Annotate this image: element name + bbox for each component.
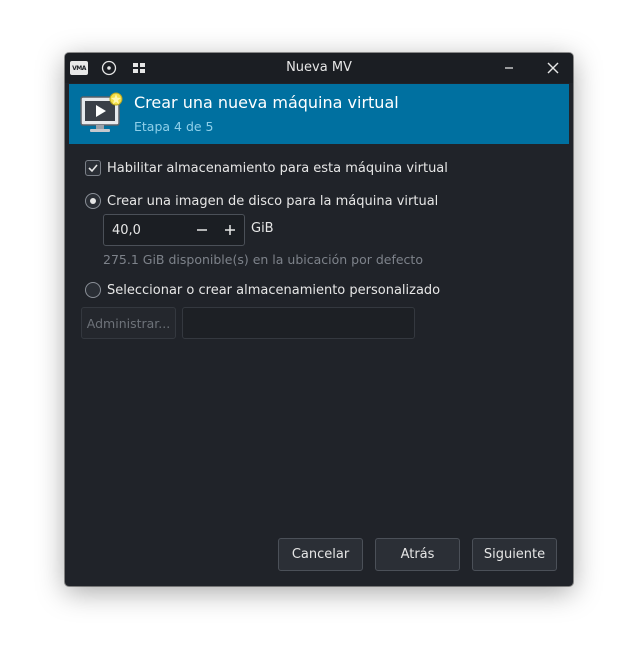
grid-menu-icon[interactable] [129, 58, 149, 78]
available-space-text: 275.1 GiB disponible(s) en la ubicación … [103, 252, 423, 267]
wizard-header: Crear una nueva máquina virtual Etapa 4 … [69, 84, 569, 144]
close-icon[interactable] [543, 58, 563, 78]
disk-size-unit: GiB [251, 221, 274, 236]
custom-storage-radio[interactable] [85, 282, 101, 298]
create-image-radio[interactable] [85, 193, 101, 209]
wizard-heading: Crear una nueva máquina virtual [134, 93, 399, 112]
checkmark-icon [88, 164, 98, 173]
plus-icon [225, 225, 235, 235]
app-logo-icon: VMA [69, 58, 89, 78]
wizard-step: Etapa 4 de 5 [134, 119, 214, 134]
create-image-label: Crear una imagen de disco para la máquin… [107, 193, 439, 209]
minus-icon [197, 229, 207, 231]
increment-button[interactable] [216, 216, 244, 244]
new-vm-monitor-icon [79, 91, 125, 135]
disk-size-input[interactable]: 40,0 [104, 223, 188, 238]
custom-storage-label: Seleccionar o crear almacenamiento perso… [107, 282, 441, 298]
pin-icon[interactable] [99, 58, 119, 78]
title-bar: VMA Nueva MV [65, 53, 573, 83]
new-vm-dialog: VMA Nueva MV Crear una nueva máquina vir… [65, 53, 573, 586]
next-button[interactable]: Siguiente [472, 538, 557, 571]
minimize-icon[interactable] [499, 58, 519, 78]
cancel-button[interactable]: Cancelar [278, 538, 363, 571]
storage-path-field[interactable] [182, 307, 415, 339]
enable-storage-row[interactable]: Habilitar almacenamiento para esta máqui… [85, 160, 448, 176]
decrement-button[interactable] [188, 216, 216, 244]
enable-storage-label: Habilitar almacenamiento para esta máqui… [107, 160, 448, 176]
enable-storage-checkbox[interactable] [85, 160, 101, 176]
disk-size-spinner[interactable]: 40,0 [103, 214, 245, 246]
create-image-row[interactable]: Crear una imagen de disco para la máquin… [85, 193, 438, 209]
back-button[interactable]: Atrás [375, 538, 460, 571]
custom-storage-row[interactable]: Seleccionar o crear almacenamiento perso… [85, 282, 440, 298]
manage-button[interactable]: Administrar... [81, 307, 176, 339]
